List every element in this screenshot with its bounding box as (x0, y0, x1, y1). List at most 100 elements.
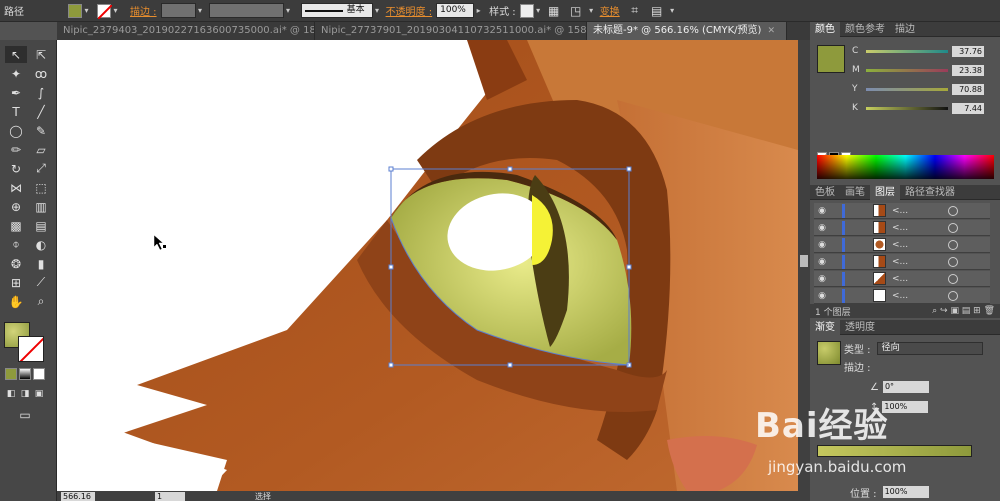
fill-color-swatch[interactable] (817, 45, 845, 73)
zoom-tool-icon[interactable]: ⌕ (30, 293, 52, 310)
stroke-weight-field[interactable] (160, 3, 196, 18)
variable-width-field[interactable] (208, 3, 284, 18)
isolate-icon[interactable]: ⌗ (627, 3, 643, 19)
draw-inside-icon[interactable]: ▣ (33, 388, 45, 400)
eraser-tool-icon[interactable]: ▱ (30, 141, 52, 158)
chevron-down-icon[interactable]: ▾ (196, 4, 205, 18)
shape-builder-tool-icon[interactable]: ⊕ (5, 198, 27, 215)
chevron-down-icon[interactable]: ▾ (284, 4, 293, 18)
curvature-tool-icon[interactable]: ∫ (30, 84, 52, 101)
gradient-mode-icon[interactable] (19, 368, 31, 380)
slice-tool-icon[interactable]: ⟋ (30, 274, 52, 291)
cyan-value[interactable]: 37.76 (952, 45, 984, 57)
layer-row[interactable]: ◉ <... (814, 220, 990, 236)
layer-actions-icons[interactable]: ⌕ ↪ ▣ ▤ ⊞ 🗑 (932, 306, 995, 316)
black-slider[interactable]: K 7.44 (852, 102, 998, 114)
chevron-down-icon[interactable]: ▾ (668, 4, 677, 18)
draw-normal-icon[interactable]: ◧ (5, 388, 17, 400)
opacity-label[interactable]: 不透明度 : (386, 3, 433, 18)
pencil-tool-icon[interactable]: ✏ (5, 141, 27, 158)
eye-icon[interactable]: ◉ (814, 206, 830, 216)
eye-icon[interactable]: ◉ (814, 223, 830, 233)
close-icon[interactable]: ✕ (767, 22, 775, 40)
scroll-thumb[interactable] (800, 255, 808, 267)
line-tool-icon[interactable]: ╱ (30, 103, 52, 120)
eye-icon[interactable]: ◉ (814, 291, 830, 301)
stroke-box[interactable] (18, 336, 44, 362)
align-icon[interactable]: ▦ (546, 3, 562, 19)
scale-tool-icon[interactable]: ⤢ (30, 160, 52, 177)
document-tab-active[interactable]: 未标题-9* @ 566.16% (CMYK/预览) ✕ (587, 22, 787, 40)
stroke-swatch[interactable] (97, 3, 112, 19)
draw-behind-icon[interactable]: ◨ (19, 388, 31, 400)
chevron-down-icon[interactable]: ▾ (82, 4, 91, 18)
direct-selection-tool-icon[interactable]: ⇱ (30, 46, 52, 63)
artboard-tool-icon[interactable]: ⊞ (5, 274, 27, 291)
transform-link[interactable]: 变换 (600, 3, 620, 18)
target-icon[interactable] (948, 205, 958, 216)
screen-mode-icon[interactable]: ▭ (14, 406, 36, 423)
chevron-down-icon[interactable]: ▾ (111, 4, 120, 18)
tab-transparency[interactable]: 透明度 (840, 320, 880, 335)
page-field[interactable]: 1 (155, 491, 185, 501)
eye-icon[interactable]: ◉ (814, 274, 830, 284)
none-mode-icon[interactable] (33, 368, 45, 380)
tab-color-guide[interactable]: 颜色参考 (840, 22, 890, 37)
magic-wand-tool-icon[interactable]: ✦ (5, 65, 27, 82)
layer-row[interactable]: ◉ <... (814, 271, 990, 287)
eye-icon[interactable]: ◉ (814, 257, 830, 267)
tab-brushes[interactable]: 画笔 (840, 185, 870, 200)
cyan-slider[interactable]: C 37.76 (852, 45, 998, 57)
layer-row[interactable]: ◉ <... (814, 288, 990, 304)
chevron-right-icon[interactable]: ▸ (474, 4, 483, 18)
ellipse-tool-icon[interactable]: ◯ (5, 122, 27, 139)
stroke-weight-label[interactable]: 描边 : (130, 3, 157, 18)
layer-row[interactable]: ◉ <... (814, 203, 990, 219)
chevron-down-icon[interactable]: ▾ (373, 4, 382, 18)
tab-layers[interactable]: 图层 (870, 184, 900, 200)
eye-icon[interactable]: ◉ (814, 240, 830, 250)
column-graph-tool-icon[interactable]: ▮ (30, 255, 52, 272)
target-icon[interactable] (948, 239, 958, 250)
target-icon[interactable] (948, 273, 958, 284)
hand-tool-icon[interactable]: ✋ (5, 293, 27, 310)
document-tab[interactable]: Nipic_2379403_20190227163600735000.ai* @… (57, 22, 315, 40)
aspect-ratio-field[interactable]: 100% (882, 401, 929, 413)
lasso-tool-icon[interactable]: ꝏ (30, 65, 52, 82)
eyedropper-tool-icon[interactable]: ⌽ (5, 236, 27, 253)
gradient-type-select[interactable]: 径向 (876, 341, 983, 355)
black-value[interactable]: 7.44 (952, 102, 984, 114)
target-icon[interactable] (948, 256, 958, 267)
layer-row[interactable]: ◉ <... (814, 254, 990, 270)
yellow-slider[interactable]: Y 70.88 (852, 83, 998, 95)
gradient-tool-icon[interactable]: ▤ (30, 217, 52, 234)
tab-gradient[interactable]: 渐变 (810, 319, 840, 335)
free-transform-tool-icon[interactable]: ⬚ (30, 179, 52, 196)
target-icon[interactable] (948, 290, 958, 301)
type-tool-icon[interactable]: T (5, 103, 27, 120)
angle-field[interactable]: 0° (882, 381, 929, 393)
arrange-icon[interactable]: ▤ (649, 3, 665, 19)
yellow-value[interactable]: 70.88 (952, 83, 984, 95)
magenta-value[interactable]: 23.38 (952, 64, 984, 76)
chevron-down-icon[interactable]: ▾ (587, 4, 596, 18)
selection-tool-icon[interactable]: ↖ (5, 46, 27, 63)
opacity-field[interactable]: 100% (436, 3, 475, 18)
blend-tool-icon[interactable]: ◐ (30, 236, 52, 253)
zoom-field[interactable]: 566.16 (61, 491, 95, 501)
mesh-tool-icon[interactable]: ▩ (5, 217, 27, 234)
chart-tool-icon[interactable]: ▥ (30, 198, 52, 215)
style-swatch[interactable] (519, 3, 534, 18)
brush-definition-field[interactable]: 基本 (300, 3, 373, 18)
fill-stroke-widget[interactable] (4, 322, 48, 364)
rotate-tool-icon[interactable]: ↻ (5, 160, 27, 177)
tab-stroke[interactable]: 描边 (890, 22, 920, 37)
layer-row[interactable]: ◉ <... (814, 237, 990, 253)
magenta-slider[interactable]: M 23.38 (852, 64, 998, 76)
chevron-down-icon[interactable]: ▾ (534, 4, 543, 18)
symbol-sprayer-tool-icon[interactable]: ❂ (5, 255, 27, 272)
target-icon[interactable] (948, 222, 958, 233)
tab-swatches[interactable]: 色板 (810, 185, 840, 200)
pen-tool-icon[interactable]: ✒ (5, 84, 27, 101)
width-tool-icon[interactable]: ⋈ (5, 179, 27, 196)
